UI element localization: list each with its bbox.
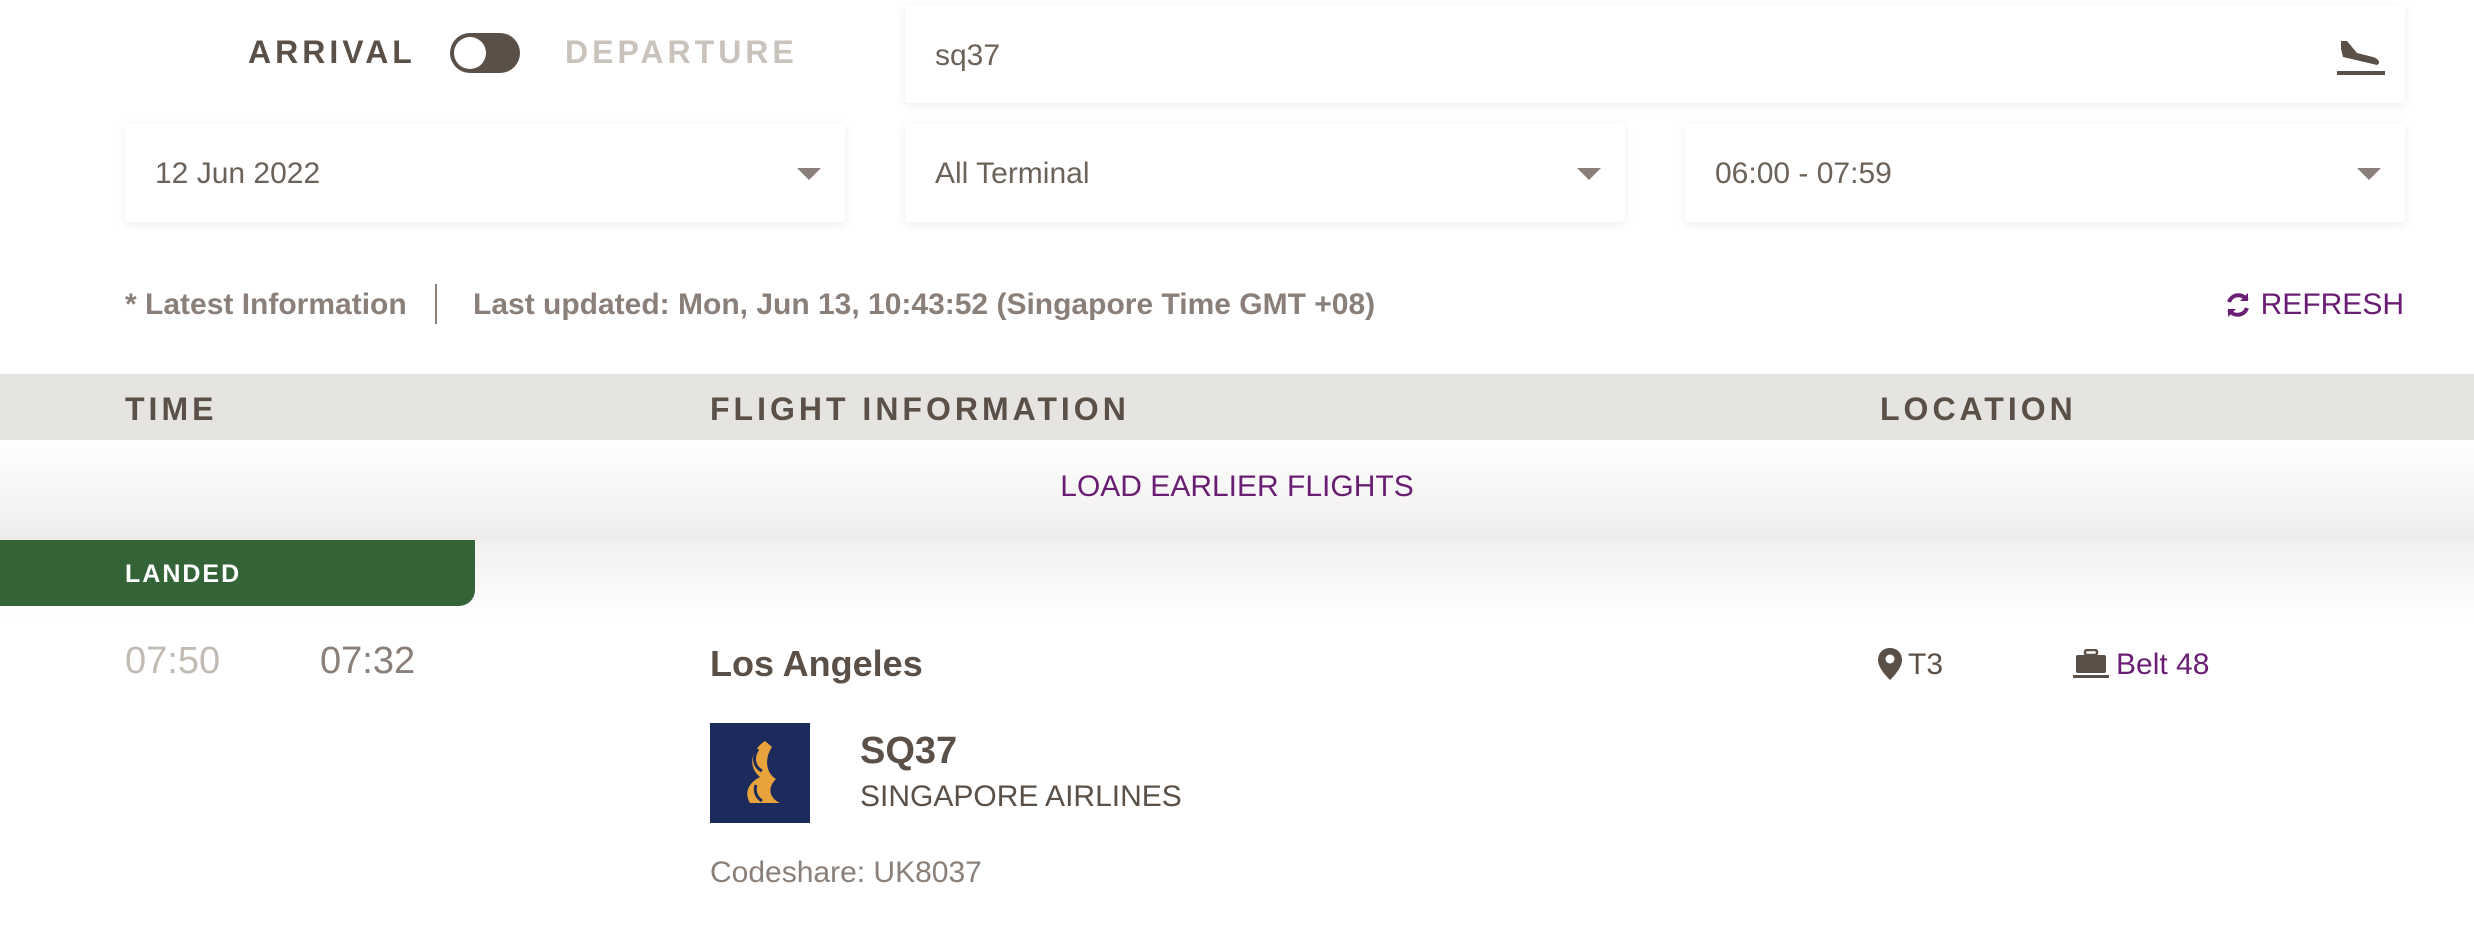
terminal-select[interactable]: All Terminal [905,124,1625,222]
codeshare-info: Codeshare: UK8037 [710,856,982,889]
actual-time: 07:32 [320,640,416,682]
chevron-down-icon [1577,168,1601,180]
origin-city: Los Angeles [710,643,923,684]
flight-search-field[interactable]: sq37 [905,5,2405,103]
chevron-down-icon [2357,168,2381,180]
location-pin-icon [1878,648,1902,680]
search-input[interactable]: sq37 [935,39,1000,73]
status-badge: LANDED [0,540,475,606]
column-header-flight-information: FLIGHT INFORMATION [710,391,1130,427]
load-earlier-band: LOAD EARLIER FLIGHTS [0,440,2474,540]
chevron-down-icon [797,168,821,180]
arrival-departure-toggle[interactable] [450,33,520,73]
date-select-value: 12 Jun 2022 [155,157,321,190]
refresh-icon [2226,293,2249,317]
toggle-knob [454,37,486,69]
load-earlier-flights-button[interactable]: LOAD EARLIER FLIGHTS [0,470,2474,504]
status-label: LANDED [125,560,242,588]
airline-logo [710,723,810,823]
date-select[interactable]: 12 Jun 2022 [125,124,845,222]
latest-information-label: * Latest Information [125,288,407,321]
flight-number[interactable]: SQ37 [860,730,957,773]
luggage-icon [2073,649,2109,678]
info-divider [435,284,437,324]
terminal-select-value: All Terminal [935,157,1090,190]
column-header-time: TIME [125,391,218,427]
airline-name: SINGAPORE AIRLINES [860,780,1182,813]
time-range-select[interactable]: 06:00 - 07:59 [1685,124,2405,222]
last-updated-text: Last updated: Mon, Jun 13, 10:43:52 (Sin… [473,288,1376,321]
arrival-label[interactable]: ARRIVAL [248,34,416,71]
departure-label[interactable]: DEPARTURE [565,34,798,71]
time-range-select-value: 06:00 - 07:59 [1715,157,1892,190]
plane-landing-icon [2337,41,2385,75]
table-header: TIME FLIGHT INFORMATION LOCATION [0,374,2474,440]
refresh-button[interactable]: REFRESH [2223,288,2404,322]
baggage-belt-link[interactable]: Belt 48 [2116,648,2209,682]
terminal-value: T3 [1908,648,1944,681]
column-header-location: LOCATION [1880,391,2077,427]
scheduled-time: 07:50 [125,640,221,682]
refresh-label: REFRESH [2260,288,2404,321]
singapore-airlines-bird-icon [747,741,780,803]
